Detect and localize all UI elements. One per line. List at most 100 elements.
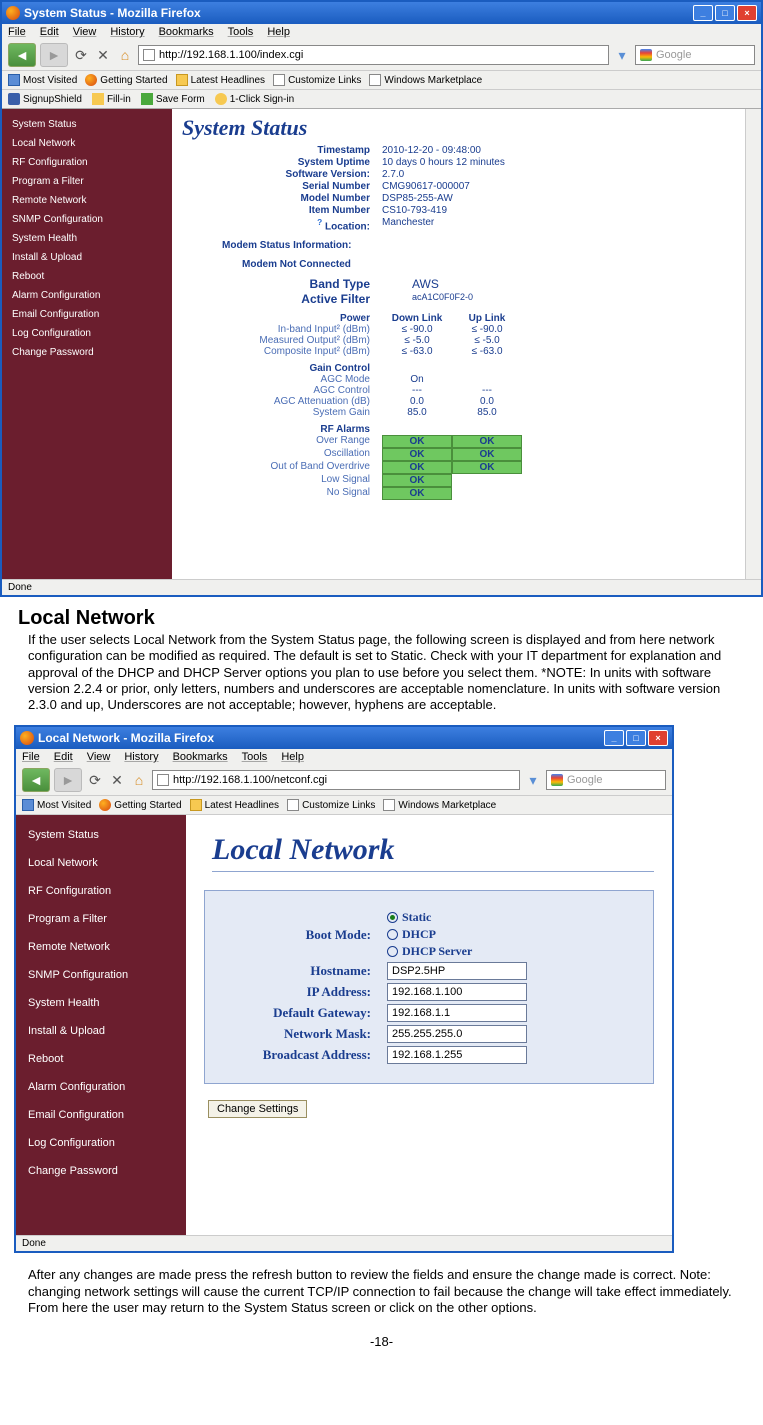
- close-button[interactable]: ×: [737, 5, 757, 21]
- rf-ok-cell: OK: [382, 474, 452, 487]
- sidebar-item-system-status[interactable]: System Status: [16, 821, 186, 849]
- sidebar-item-local-network[interactable]: Local Network: [2, 134, 172, 153]
- menu-bookmarks[interactable]: Bookmarks: [159, 26, 214, 38]
- radio-icon: [387, 946, 398, 957]
- back-button[interactable]: ◄: [22, 768, 50, 792]
- bm-customize-links[interactable]: Customize Links: [273, 74, 361, 86]
- bm-fillin[interactable]: Fill-in: [92, 93, 131, 105]
- close-button[interactable]: ×: [648, 730, 668, 746]
- sidebar-item-install-upload[interactable]: Install & Upload: [2, 248, 172, 267]
- sidebar-item-change-password[interactable]: Change Password: [2, 343, 172, 362]
- menu-edit[interactable]: Edit: [54, 751, 73, 763]
- menu-file[interactable]: File: [8, 26, 26, 38]
- item-label: Item Number: [182, 205, 382, 216]
- radio-static[interactable]: Static: [387, 910, 472, 925]
- menu-view[interactable]: View: [73, 26, 97, 38]
- menu-tools[interactable]: Tools: [242, 751, 268, 763]
- form-field-input[interactable]: 192.168.1.255: [387, 1046, 527, 1064]
- sidebar-item-program-filter[interactable]: Program a Filter: [16, 905, 186, 933]
- home-icon[interactable]: ⌂: [130, 771, 148, 789]
- feed-icon[interactable]: ▾: [524, 771, 542, 789]
- content-area-2: System Status Local Network RF Configura…: [16, 815, 672, 1235]
- sidebar-item-log-config[interactable]: Log Configuration: [16, 1129, 186, 1157]
- vertical-scrollbar[interactable]: [745, 109, 761, 579]
- bm-saveform[interactable]: Save Form: [141, 93, 205, 105]
- bookmark-bar-2: SignupShield Fill-in Save Form 1-Click S…: [2, 90, 761, 109]
- bm-customize-links[interactable]: Customize Links: [287, 799, 375, 811]
- menu-bookmarks[interactable]: Bookmarks: [173, 751, 228, 763]
- back-button[interactable]: ◄: [8, 43, 36, 67]
- form-field-input[interactable]: 255.255.255.0: [387, 1025, 527, 1043]
- menu-file[interactable]: File: [22, 751, 40, 763]
- rf-ok-cell: OK: [452, 435, 522, 448]
- menu-edit[interactable]: Edit: [40, 26, 59, 38]
- sidebar-item-local-network[interactable]: Local Network: [16, 849, 186, 877]
- sidebar-item-system-status[interactable]: System Status: [2, 115, 172, 134]
- menu-view[interactable]: View: [87, 751, 111, 763]
- sidebar-item-install-upload[interactable]: Install & Upload: [16, 1017, 186, 1045]
- form-field-input[interactable]: DSP2.5HP: [387, 962, 527, 980]
- home-icon[interactable]: ⌂: [116, 46, 134, 64]
- url-input[interactable]: http://192.168.1.100/index.cgi: [138, 45, 609, 65]
- bm-most-visited[interactable]: Most Visited: [8, 74, 77, 86]
- bm-getting-started[interactable]: Getting Started: [99, 799, 181, 811]
- feed-icon[interactable]: ▾: [613, 46, 631, 64]
- bm-latest-headlines[interactable]: Latest Headlines: [190, 799, 280, 811]
- stop-icon[interactable]: ✕: [108, 771, 126, 789]
- form-field-input[interactable]: 192.168.1.100: [387, 983, 527, 1001]
- rf-ok-cell: OK: [382, 487, 452, 500]
- sidebar-item-snmp-config[interactable]: SNMP Configuration: [2, 210, 172, 229]
- radio-dhcp-server[interactable]: DHCP Server: [387, 944, 472, 959]
- sidebar-item-log-config[interactable]: Log Configuration: [2, 324, 172, 343]
- change-settings-button[interactable]: Change Settings: [208, 1100, 307, 1118]
- sidebar-item-reboot[interactable]: Reboot: [16, 1045, 186, 1073]
- bm-1click[interactable]: 1-Click Sign-in: [215, 93, 294, 105]
- bm-signupshield[interactable]: SignupShield: [8, 93, 82, 105]
- gain-row-downlink: 85.0: [382, 407, 452, 418]
- sidebar-item-system-health[interactable]: System Health: [16, 989, 186, 1017]
- reload-icon[interactable]: ⟳: [86, 771, 104, 789]
- bm-most-visited[interactable]: Most Visited: [22, 799, 91, 811]
- forward-button[interactable]: ►: [54, 768, 82, 792]
- maximize-button[interactable]: □: [626, 730, 646, 746]
- radio-dhcp[interactable]: DHCP: [387, 927, 472, 942]
- minimize-button[interactable]: _: [693, 5, 713, 21]
- sidebar-item-remote-network[interactable]: Remote Network: [2, 191, 172, 210]
- forward-button[interactable]: ►: [40, 43, 68, 67]
- reload-icon[interactable]: ⟳: [72, 46, 90, 64]
- bm-latest-headlines[interactable]: Latest Headlines: [176, 74, 266, 86]
- stop-icon[interactable]: ✕: [94, 46, 112, 64]
- bm-windows-marketplace[interactable]: Windows Marketplace: [383, 799, 496, 811]
- sidebar-item-rf-config[interactable]: RF Configuration: [2, 153, 172, 172]
- search-input-2[interactable]: Google: [546, 770, 666, 790]
- sidebar-item-email-config[interactable]: Email Configuration: [16, 1101, 186, 1129]
- gain-row-label: AGC Mode: [182, 374, 382, 385]
- rf-row-label: Oscillation: [182, 448, 382, 461]
- form-field-input[interactable]: 192.168.1.1: [387, 1004, 527, 1022]
- page-title-2: Local Network: [212, 833, 654, 872]
- sidebar-item-alarm-config[interactable]: Alarm Configuration: [2, 286, 172, 305]
- rf-row-label: Low Signal: [182, 474, 382, 487]
- sidebar-item-reboot[interactable]: Reboot: [2, 267, 172, 286]
- menu-tools[interactable]: Tools: [228, 26, 254, 38]
- bm-windows-marketplace[interactable]: Windows Marketplace: [369, 74, 482, 86]
- url-input-2[interactable]: http://192.168.1.100/netconf.cgi: [152, 770, 520, 790]
- form-field-label: Network Mask:: [227, 1026, 387, 1042]
- menu-history[interactable]: History: [124, 751, 158, 763]
- menu-history[interactable]: History: [110, 26, 144, 38]
- sidebar-item-rf-config[interactable]: RF Configuration: [16, 877, 186, 905]
- sidebar-item-change-password[interactable]: Change Password: [16, 1157, 186, 1185]
- sidebar-item-email-config[interactable]: Email Configuration: [2, 305, 172, 324]
- sidebar-item-system-health[interactable]: System Health: [2, 229, 172, 248]
- sidebar-item-remote-network[interactable]: Remote Network: [16, 933, 186, 961]
- menu-help[interactable]: Help: [267, 26, 290, 38]
- sidebar-item-snmp-config[interactable]: SNMP Configuration: [16, 961, 186, 989]
- bm-getting-started[interactable]: Getting Started: [85, 74, 167, 86]
- minimize-button[interactable]: _: [604, 730, 624, 746]
- maximize-button[interactable]: □: [715, 5, 735, 21]
- menu-help[interactable]: Help: [281, 751, 304, 763]
- search-input[interactable]: Google: [635, 45, 755, 65]
- sidebar-item-program-filter[interactable]: Program a Filter: [2, 172, 172, 191]
- sidebar-item-alarm-config[interactable]: Alarm Configuration: [16, 1073, 186, 1101]
- sidebar-2: System Status Local Network RF Configura…: [16, 815, 186, 1235]
